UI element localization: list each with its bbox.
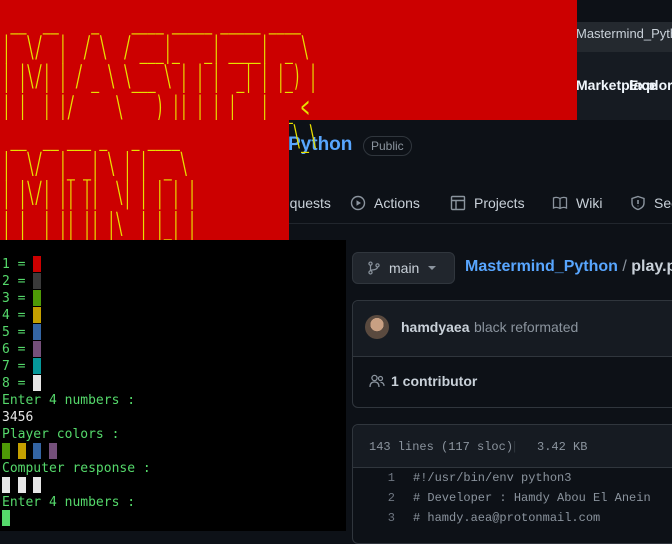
contributors-link[interactable]: 1 contributor <box>369 373 477 389</box>
prompt-enter-numbers: Enter 4 numbers : <box>2 393 136 408</box>
caret-down-icon <box>428 266 437 270</box>
legend-swatch-2 <box>33 273 41 289</box>
mastermind-title-banner-mind: __ __ ___ _ _ ____ | \/ |_ _| \ | | _ \ … <box>0 120 289 269</box>
player-peg-4 <box>49 443 57 459</box>
response-peg-3 <box>33 477 41 493</box>
legend-label-5: 5 = <box>2 325 34 340</box>
book-icon <box>552 196 568 210</box>
code-line[interactable]: 3 # hamdy.aea@protonmail.com <box>353 511 672 531</box>
breadcrumb-separator: / <box>622 258 627 275</box>
nav-explore[interactable]: Explore <box>629 77 672 93</box>
tab-label: Wiki <box>576 195 603 211</box>
tab-label: Actions <box>374 195 420 211</box>
commit-header: hamdyaea black reformated <box>353 301 672 357</box>
shield-icon <box>631 195 645 211</box>
code-line[interactable]: 2 # Developer : Hamdy Abou El Anein <box>353 491 672 511</box>
file-size: 3.42 KB <box>537 440 588 454</box>
breadcrumb-repo-link[interactable]: Mastermind_Python <box>465 258 618 275</box>
player-peg-2 <box>18 443 26 459</box>
breadcrumb-file: play.py <box>631 258 672 275</box>
legend-swatch-7 <box>33 358 41 374</box>
legend-swatch-3 <box>33 290 41 306</box>
file-line-count: 143 lines (117 sloc) <box>369 440 514 454</box>
legend-swatch-1 <box>33 256 41 272</box>
response-peg-2 <box>18 477 26 493</box>
line-code: # hamdy.aea@protonmail.com <box>413 511 601 525</box>
legend-label-4: 4 = <box>2 308 34 323</box>
player-peg-3 <box>33 443 41 459</box>
line-number[interactable]: 3 <box>375 511 395 525</box>
people-icon <box>369 374 385 388</box>
line-code: #!/usr/bin/env python3 <box>413 471 572 485</box>
commit-author-link[interactable]: hamdyaea <box>401 319 469 335</box>
legend-swatch-8 <box>33 375 41 391</box>
file-viewer: 143 lines (117 sloc) | 3.42 KB 1 #!/usr/… <box>352 424 672 544</box>
line-code: # Developer : Hamdy Abou El Anein <box>413 491 651 505</box>
file-breadcrumb: Mastermind_Python / play.py <box>465 258 672 276</box>
branch-select-button[interactable]: main <box>352 252 455 284</box>
tab-projects[interactable]: Projects <box>450 195 525 211</box>
terminal-input-cursor[interactable] <box>2 510 10 526</box>
file-info-bar: 143 lines (117 sloc) | 3.42 KB <box>353 425 672 468</box>
branch-name: main <box>389 260 420 276</box>
table-icon <box>450 195 466 211</box>
legend-label-8: 8 = <box>2 376 34 391</box>
line-number[interactable]: 2 <box>375 491 395 505</box>
code-line[interactable]: 1 #!/usr/bin/env python3 <box>353 471 672 491</box>
browser-tab-title[interactable]: Mastermind_Python <box>576 26 672 41</box>
avatar[interactable] <box>365 315 389 339</box>
legend-swatch-5 <box>33 324 41 340</box>
prompt-enter-numbers-2: Enter 4 numbers : <box>2 495 136 510</box>
legend-label-6: 6 = <box>2 342 34 357</box>
legend-label-3: 3 = <box>2 291 34 306</box>
tab-security[interactable]: Security <box>630 195 672 211</box>
mastermind-title-banner-master: __ __ _ ____ _____ _____ ____ | \/ | / \… <box>0 0 577 152</box>
terminal-output <box>0 240 346 531</box>
legend-label-7: 7 = <box>2 359 34 374</box>
legend-swatch-4 <box>33 307 41 323</box>
line-number[interactable]: 1 <box>375 471 395 485</box>
play-circle-icon <box>350 195 366 211</box>
user-input-echo: 3456 <box>2 410 34 425</box>
contributors-text: 1 contributor <box>391 373 478 389</box>
legend-label-1: 1 = <box>2 257 34 272</box>
tab-actions[interactable]: Actions <box>350 195 420 211</box>
player-peg-1 <box>2 443 10 459</box>
legend-swatch-6 <box>33 341 41 357</box>
git-branch-icon <box>368 261 380 275</box>
latest-commit-box: hamdyaea black reformated 1 contributor <box>352 300 672 408</box>
computer-response-label: Computer response : <box>2 461 151 476</box>
response-peg-1 <box>2 477 10 493</box>
player-colors-label: Player colors : <box>2 427 120 442</box>
tab-label: Projects <box>474 195 525 211</box>
legend-label-2: 2 = <box>2 274 34 289</box>
tab-label: Security <box>654 195 672 211</box>
commit-message-link[interactable]: black reformated <box>474 319 578 335</box>
tab-wiki[interactable]: Wiki <box>552 195 602 211</box>
file-info-divider: | <box>511 440 519 454</box>
